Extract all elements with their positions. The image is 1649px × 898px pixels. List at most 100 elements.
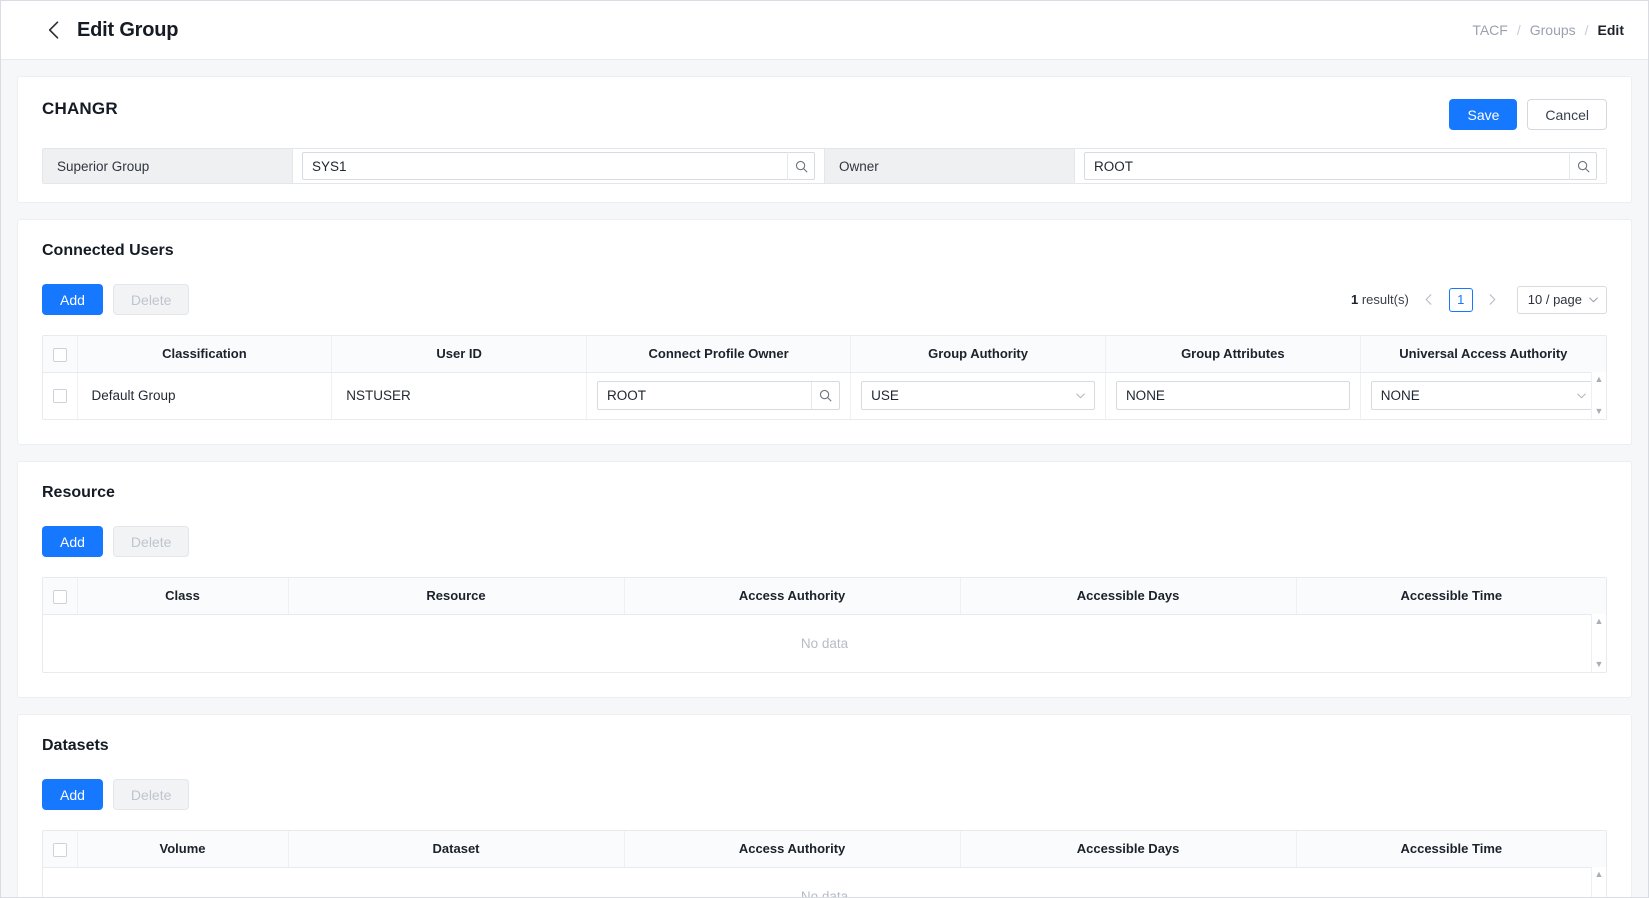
pagination-page-1[interactable]: 1 xyxy=(1449,288,1473,312)
breadcrumb: TACF / Groups / Edit xyxy=(1472,22,1624,38)
datasets-empty-text: No data xyxy=(43,867,1606,897)
column-accessible-days: Accessible Days xyxy=(960,578,1296,614)
column-classification: Classification xyxy=(77,336,332,372)
select-all-header xyxy=(43,831,77,867)
connected-users-table: Classification User ID Connect Profile O… xyxy=(42,335,1607,420)
pagination-next-button[interactable] xyxy=(1483,288,1503,312)
column-class: Class xyxy=(77,578,288,614)
table-header-row: Class Resource Access Authority Accessib… xyxy=(43,578,1606,614)
datasets-title: Datasets xyxy=(42,737,1607,755)
table-vertical-scrollbar[interactable]: ▲ ▼ xyxy=(1591,614,1606,672)
connected-users-pagination: 1 result(s) 1 10 / page xyxy=(1351,286,1607,314)
resource-card: Resource Add Delete xyxy=(17,461,1632,698)
scroll-up-arrow-icon[interactable]: ▲ xyxy=(1595,617,1604,626)
group-authority-value: USE xyxy=(871,388,899,403)
resource-delete-button: Delete xyxy=(113,526,189,557)
select-all-header xyxy=(43,578,77,614)
table-row: Default Group NSTUSER xyxy=(43,372,1606,419)
owner-field xyxy=(1075,149,1606,183)
resource-add-button[interactable]: Add xyxy=(42,526,103,557)
row-checkbox[interactable] xyxy=(53,389,67,403)
chevron-right-icon xyxy=(1489,294,1496,305)
resource-title: Resource xyxy=(42,484,1607,502)
group-form-row: Superior Group Owner xyxy=(42,148,1607,184)
page-size-select[interactable]: 10 / page xyxy=(1517,286,1607,314)
scroll-down-arrow-icon[interactable]: ▼ xyxy=(1595,407,1604,416)
column-universal-access-authority: Universal Access Authority xyxy=(1360,336,1606,372)
breadcrumb-item-edit: Edit xyxy=(1598,22,1624,38)
connected-users-add-button[interactable]: Add xyxy=(42,284,103,315)
resource-table: Class Resource Access Authority Accessib… xyxy=(42,577,1607,673)
breadcrumb-separator: / xyxy=(1517,22,1521,38)
chevron-left-icon xyxy=(48,21,59,39)
column-access-authority: Access Authority xyxy=(624,578,960,614)
edit-group-page: Edit Group TACF / Groups / Edit CHANGR S… xyxy=(0,0,1649,898)
table-vertical-scrollbar[interactable]: ▲ ▼ xyxy=(1591,372,1606,419)
scroll-up-arrow-icon[interactable]: ▲ xyxy=(1595,375,1604,384)
resource-toolbar: Add Delete xyxy=(42,526,1607,557)
select-all-checkbox[interactable] xyxy=(53,843,67,857)
datasets-card: Datasets Add Delete xyxy=(17,714,1632,897)
column-connect-profile-owner: Connect Profile Owner xyxy=(587,336,851,372)
pagination-prev-button[interactable] xyxy=(1419,288,1439,312)
breadcrumb-item-tacf[interactable]: TACF xyxy=(1472,22,1508,38)
cell-connect-profile-owner xyxy=(587,372,851,419)
page-size-value: 10 / page xyxy=(1528,292,1582,307)
superior-group-input[interactable] xyxy=(302,152,815,180)
connected-users-delete-button: Delete xyxy=(113,284,189,315)
scroll-up-arrow-icon[interactable]: ▲ xyxy=(1595,870,1604,879)
cancel-button[interactable]: Cancel xyxy=(1527,99,1607,130)
chevron-left-icon xyxy=(1425,294,1432,305)
column-group-attributes: Group Attributes xyxy=(1105,336,1360,372)
connected-users-card: Connected Users Add Delete 1 result(s) 1 xyxy=(17,219,1632,445)
group-attributes-input[interactable] xyxy=(1116,381,1350,410)
group-actions: Save Cancel xyxy=(1449,99,1607,130)
column-accessible-time: Accessible Time xyxy=(1296,831,1606,867)
connected-users-toolbar: Add Delete 1 result(s) 1 xyxy=(42,284,1607,315)
column-user-id: User ID xyxy=(332,336,587,372)
cell-group-attributes xyxy=(1105,372,1360,419)
column-access-authority: Access Authority xyxy=(624,831,960,867)
datasets-add-button[interactable]: Add xyxy=(42,779,103,810)
group-authority-select[interactable]: USE xyxy=(861,381,1095,410)
page-content: CHANGR Save Cancel Superior Group xyxy=(1,60,1648,897)
connect-profile-owner-input[interactable] xyxy=(597,381,840,410)
empty-row: No data xyxy=(43,867,1606,897)
resource-empty-text: No data xyxy=(43,614,1606,672)
cell-classification: Default Group xyxy=(77,372,332,419)
chevron-down-icon xyxy=(1577,393,1586,399)
column-accessible-time: Accessible Time xyxy=(1296,578,1606,614)
universal-access-authority-select[interactable]: NONE xyxy=(1371,381,1596,410)
group-info-card: CHANGR Save Cancel Superior Group xyxy=(17,76,1632,203)
select-all-checkbox[interactable] xyxy=(53,348,67,362)
column-group-authority: Group Authority xyxy=(851,336,1106,372)
column-volume: Volume xyxy=(77,831,288,867)
back-button[interactable] xyxy=(41,18,65,42)
universal-access-authority-value: NONE xyxy=(1381,388,1420,403)
select-all-checkbox[interactable] xyxy=(53,590,67,604)
chevron-down-icon xyxy=(1076,393,1085,399)
owner-input[interactable] xyxy=(1084,152,1597,180)
connected-users-title: Connected Users xyxy=(42,242,1607,260)
group-name: CHANGR xyxy=(42,99,118,119)
datasets-toolbar: Add Delete xyxy=(42,779,1607,810)
breadcrumb-item-groups[interactable]: Groups xyxy=(1530,22,1576,38)
table-vertical-scrollbar[interactable]: ▲ ▼ xyxy=(1591,867,1606,897)
chevron-down-icon xyxy=(1589,297,1598,303)
cell-group-authority: USE xyxy=(851,372,1106,419)
page-header: Edit Group TACF / Groups / Edit xyxy=(1,1,1648,60)
search-icon[interactable] xyxy=(811,382,839,409)
scroll-down-arrow-icon[interactable]: ▼ xyxy=(1595,660,1604,669)
search-icon[interactable] xyxy=(787,152,815,180)
table-header-row: Classification User ID Connect Profile O… xyxy=(43,336,1606,372)
save-button[interactable]: Save xyxy=(1449,99,1517,130)
superior-group-label: Superior Group xyxy=(43,149,293,183)
page-title: Edit Group xyxy=(77,19,178,42)
breadcrumb-separator: / xyxy=(1585,22,1589,38)
result-count: 1 result(s) xyxy=(1351,292,1409,307)
table-header-row: Volume Dataset Access Authority Accessib… xyxy=(43,831,1606,867)
owner-label: Owner xyxy=(825,149,1075,183)
superior-group-field xyxy=(293,149,825,183)
search-icon[interactable] xyxy=(1569,152,1597,180)
column-dataset: Dataset xyxy=(288,831,624,867)
